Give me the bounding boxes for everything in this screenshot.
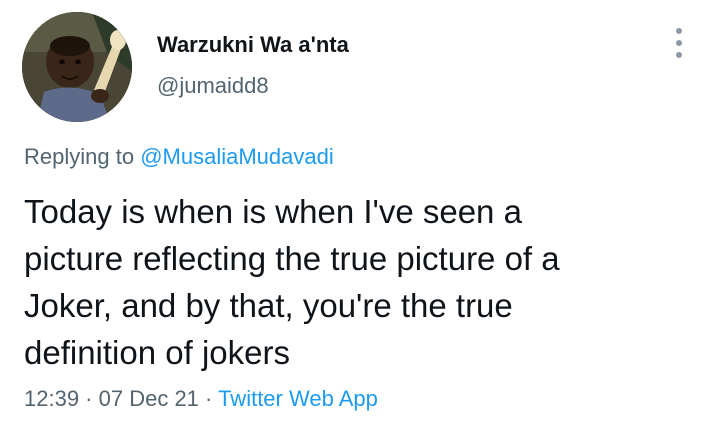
tweet-card: Warzukni Wa a'nta @jumaidd8 Replying to … <box>0 0 720 432</box>
more-dot <box>676 28 682 34</box>
tweet-time[interactable]: 12:39 <box>24 386 79 411</box>
meta-separator: · <box>79 386 99 411</box>
tweet-text-line: definition of jokers <box>24 334 290 371</box>
replying-to-label: Replying to <box>24 144 135 169</box>
avatar[interactable] <box>22 12 132 122</box>
avatar-photo <box>22 12 132 122</box>
more-dot <box>676 40 682 46</box>
tweet-date[interactable]: 07 Dec 21 <box>99 386 199 411</box>
tweet-meta: 12:39 · 07 Dec 21 · Twitter Web App <box>24 386 378 412</box>
tweet-text-line: Joker, and by that, you're the true <box>24 287 513 324</box>
tweet-text-line: picture reflecting the true picture of a <box>24 240 560 277</box>
meta-separator: · <box>198 386 219 411</box>
reply-mention-link[interactable]: @MusaliaMudavadi <box>140 144 334 169</box>
tweet-text-line: Today is when is when I've seen a <box>24 193 522 230</box>
tweet-source-link[interactable]: Twitter Web App <box>218 386 378 411</box>
tweet-text: Today is when is when I've seen a pictur… <box>24 188 694 376</box>
author-display-name[interactable]: Warzukni Wa a'nta <box>157 32 349 58</box>
more-vertical-icon[interactable] <box>669 28 689 58</box>
author-handle[interactable]: @jumaidd8 <box>157 73 269 99</box>
more-dot <box>676 52 682 58</box>
replying-to: Replying to @MusaliaMudavadi <box>24 144 334 170</box>
